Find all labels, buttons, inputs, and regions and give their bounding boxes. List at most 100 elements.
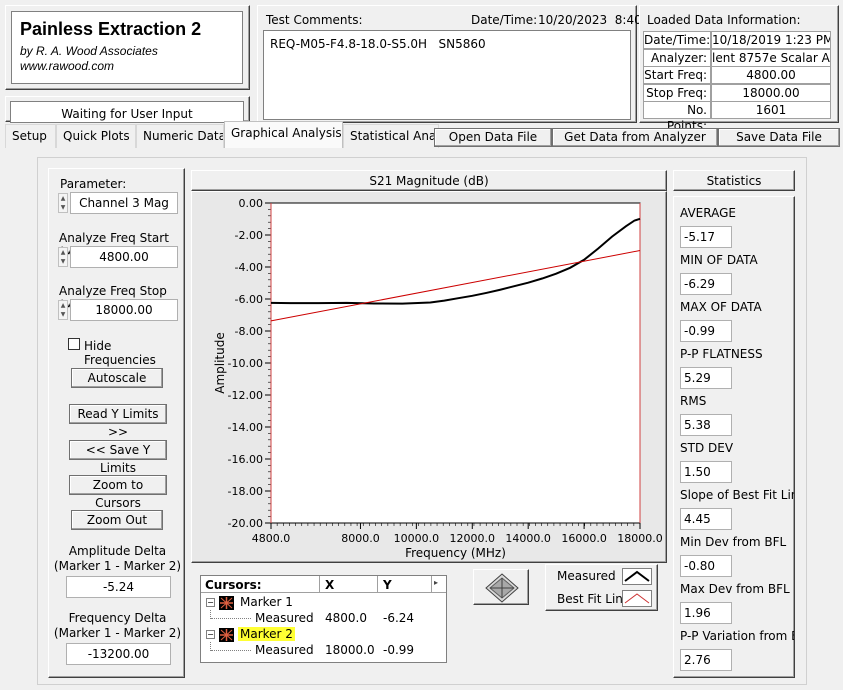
statistics-title: Statistics	[706, 174, 762, 188]
zoom-out-button[interactable]: Zoom Out	[71, 510, 163, 530]
cursors-header-divider-2	[377, 576, 378, 593]
y-tick-label: 0.00	[239, 197, 264, 210]
tree-connector	[211, 650, 251, 651]
cursor-row[interactable]: − Marker 1 Measured 4800.0 -6.24	[201, 595, 446, 627]
y-tick-label: -8.00	[235, 325, 263, 338]
loaded-info-key: Analyzer:	[643, 48, 711, 67]
tab-statistical-analy[interactable]: Statistical Analy	[343, 124, 439, 148]
loaded-info-value: 10/18/2019 1:23 PM	[711, 31, 831, 49]
analyze-start-spinner[interactable]: ▲ ▼	[58, 247, 68, 267]
cursors-table[interactable]: Cursors: X Y ▸ − Marker 1 Measured 4800.0 -6…	[200, 575, 447, 663]
legend-measured-label: Measured	[557, 569, 616, 583]
loaded-info-row: Start Freq: 4800.00	[643, 66, 833, 84]
loaded-info-key: Stop Freq:	[643, 83, 711, 102]
cursors-scroll-right-icon[interactable]: ▸	[434, 578, 438, 587]
cursors-header-divider-1	[319, 576, 320, 593]
tab-quick-plots[interactable]: Quick Plots	[56, 124, 136, 148]
x-tick-label: 14000.0	[505, 532, 551, 545]
loaded-info-row: Analyzer:lent 8757e Scalar Analy	[643, 48, 833, 67]
tree-collapse-icon[interactable]: −	[206, 598, 215, 607]
stat-label: P-P Variation from BF	[680, 629, 794, 643]
stat-label: P-P FLATNESS	[680, 347, 763, 361]
marker-icon	[219, 596, 234, 610]
analyze-start-input[interactable]: 4800.00	[70, 246, 178, 268]
save-data-file-button[interactable]: Save Data File	[718, 128, 840, 147]
app-website: www.rawood.com	[20, 59, 115, 73]
analyze-stop-spinner[interactable]: ▲ ▼	[58, 300, 68, 320]
autoscale-button[interactable]: Autoscale	[71, 368, 163, 388]
cursor-move-control[interactable]	[473, 569, 529, 605]
marker-y-value: -6.24	[383, 611, 415, 625]
marker-name[interactable]: Marker 1	[238, 595, 295, 609]
hide-frequencies-checkbox[interactable]	[68, 338, 80, 350]
marker-y-value: -0.99	[383, 643, 415, 657]
datetime-label: Date/Time:	[471, 13, 538, 27]
legend-bfl-label: Best Fit Line	[557, 592, 631, 606]
status-box: Waiting for User Input	[10, 101, 244, 123]
stat-value: 5.38	[680, 414, 732, 436]
stat-value: -6.29	[680, 273, 732, 295]
marker-trace-name: Measured	[255, 643, 314, 657]
stat-label: RMS	[680, 394, 707, 408]
y-tick-label: -20.00	[228, 517, 263, 530]
stat-label: STD DEV	[680, 441, 734, 455]
legend-measured-swatch[interactable]	[622, 568, 652, 585]
freq-delta-label-2: (Marker 1 - Marker 2)	[53, 626, 182, 640]
cursors-header-divider-3	[431, 576, 432, 593]
legend-bfl-swatch[interactable]	[622, 590, 652, 607]
tab-numeric-data[interactable]: Numeric Data	[136, 124, 224, 148]
x-tick-label: 4800.0	[252, 532, 291, 545]
s21-magnitude-chart[interactable]: 4800.0 8000.0 10000.0 12000.0 14000.0 16000.0…	[191, 191, 667, 563]
y-axis-title: Amplitude	[213, 332, 227, 394]
tab-setup[interactable]: Setup	[5, 124, 56, 148]
save-y-limits-button[interactable]: << Save Y Limits	[69, 440, 167, 475]
open-data-file-button[interactable]: Open Data File	[434, 128, 552, 147]
cursors-header-row: Cursors: X Y ▸	[201, 576, 446, 593]
stat-value: -0.99	[680, 320, 732, 342]
cursor-diamond-icon	[485, 573, 519, 603]
amp-delta-value: -5.24	[66, 576, 171, 598]
marker-name[interactable]: Marker 2	[238, 627, 295, 641]
stat-label: Min Dev from BFL	[680, 535, 787, 549]
tree-collapse-icon[interactable]: −	[206, 630, 215, 639]
cursor-row[interactable]: − Marker 2 Measured 18000.0 -0.99	[201, 627, 446, 659]
y-tick-label: -6.00	[235, 293, 263, 306]
analyze-stop-input[interactable]: 18000.00	[70, 299, 178, 321]
cursors-header-x: X	[325, 578, 335, 592]
read-y-limits-button[interactable]: Read Y Limits >>	[69, 404, 167, 439]
title-box: Painless Extraction 2 by R. A. Wood Asso…	[11, 11, 243, 84]
amp-delta-label-1: Amplitude Delta	[68, 544, 167, 558]
loaded-info-row: Date/Time: 10/18/2019 1:23 PM	[643, 31, 833, 49]
loaded-info-value: 4800.00	[711, 66, 831, 84]
app-company: by R. A. Wood Associates	[20, 44, 158, 58]
amp-delta-label-2: (Marker 1 - Marker 2)	[53, 559, 182, 573]
stat-label: Slope of Best Fit Line	[680, 488, 794, 502]
loaded-info-key: Date/Time:	[643, 31, 711, 49]
parameter-spinner[interactable]: ▲ ▼	[58, 193, 68, 213]
y-tick-label: -2.00	[235, 229, 263, 242]
x-tick-label: 8000.0	[341, 532, 380, 545]
stat-value: 4.45	[680, 508, 732, 530]
parameter-select[interactable]: Channel 3 Mag	[70, 192, 178, 214]
x-axis-title: Frequency (MHz)	[405, 546, 506, 560]
tab-graphical-analysis[interactable]: Graphical Analysis	[224, 121, 343, 148]
y-tick-label: -18.00	[228, 485, 263, 498]
comments-label: Test Comments:	[266, 13, 363, 27]
loaded-info-row: No. Points: 1601	[643, 101, 833, 133]
tree-connector	[211, 618, 251, 619]
status-panel: Waiting for User Input	[5, 96, 250, 123]
plot-area	[270, 202, 641, 524]
loaded-info-panel: Loaded Data Information: Date/Time: 10/18…	[639, 5, 839, 133]
y-tick-label: -12.00	[228, 389, 263, 402]
stat-label: AVERAGE	[680, 206, 736, 220]
get-data-from-analyzer-button[interactable]: Get Data from Analyzer	[552, 128, 718, 147]
x-tick-label: 18000.0	[617, 532, 663, 545]
y-tick-label: -16.00	[228, 453, 263, 466]
y-tick-label: -14.00	[228, 421, 263, 434]
marker-x-value: 18000.0	[325, 643, 375, 657]
zoom-to-cursors-button[interactable]: Zoom to Cursors	[69, 475, 167, 510]
freq-delta-value: -13200.00	[66, 643, 171, 665]
stat-label: Max Dev from BFL	[680, 582, 790, 596]
comments-textarea[interactable]: REQ-M05-F4.8-18.0-S5.0H SN5860	[263, 30, 631, 120]
hide-frequencies-label: Hide Frequencies	[84, 339, 156, 367]
